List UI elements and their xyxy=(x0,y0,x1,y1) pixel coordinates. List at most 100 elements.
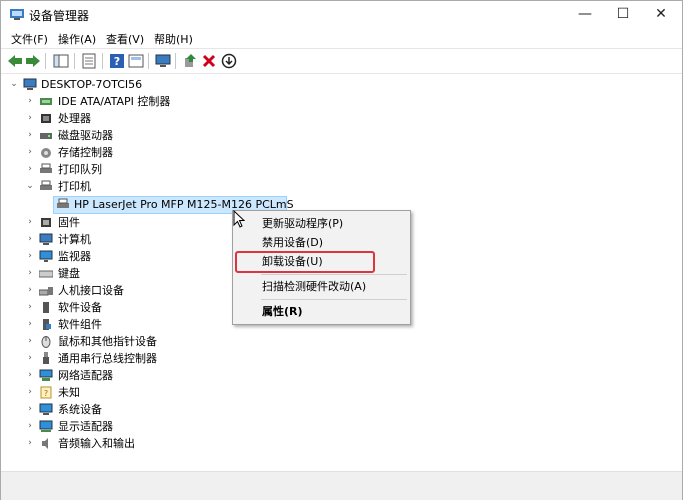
audio-icon xyxy=(42,438,48,449)
hid-icon xyxy=(39,287,53,296)
tree-item-label: 磁盘驱动器 xyxy=(58,129,113,142)
svg-text:?: ? xyxy=(44,389,48,398)
device-view-icon[interactable] xyxy=(127,52,145,70)
toolbar-separator xyxy=(102,53,103,69)
tree-item[interactable]: › 处理器 xyxy=(1,110,301,127)
chevron-down-icon[interactable]: ⌄ xyxy=(9,76,19,93)
chevron-right-icon[interactable]: › xyxy=(25,333,35,350)
back-arrow-icon[interactable] xyxy=(6,52,24,70)
system-device-icon xyxy=(39,403,53,415)
context-menu-label: 禁用设备(D) xyxy=(262,236,324,249)
uninstall-icon[interactable] xyxy=(200,52,218,70)
toolbar-separator xyxy=(74,53,75,69)
menu-file[interactable]: 文件(F) xyxy=(11,31,48,47)
monitor-icon xyxy=(39,250,53,262)
tree-item-label: 打印队列 xyxy=(58,163,102,176)
close-button[interactable]: ✕ xyxy=(639,1,683,28)
forward-arrow-icon[interactable] xyxy=(24,52,42,70)
status-bar xyxy=(1,471,682,500)
context-menu-label: 扫描检测硬件改动(A) xyxy=(262,280,367,293)
chevron-right-icon[interactable]: › xyxy=(25,110,35,127)
uninstall-highlight-box xyxy=(235,251,375,273)
tree-item-label: 音频输入和输出 xyxy=(58,437,135,450)
tree-item-label: 软件设备 xyxy=(58,301,102,314)
tree-item[interactable]: › 音频输入和输出 xyxy=(1,435,301,452)
tree-item-printers-expanded[interactable]: ⌄ 打印机 xyxy=(1,178,301,195)
menu-bar: 文件(F) 操作(A) 查看(V) 帮助(H) xyxy=(1,28,682,48)
chevron-right-icon[interactable]: › xyxy=(25,367,35,384)
chevron-right-icon[interactable]: › xyxy=(25,316,35,333)
chevron-down-icon[interactable]: ⌄ xyxy=(25,178,35,195)
tree-item-label: IDE ATA/ATAPI 控制器 xyxy=(58,95,171,108)
mouse-cursor-icon xyxy=(233,210,245,228)
display-adapter-icon xyxy=(39,420,53,432)
mouse-icon xyxy=(41,336,51,348)
menu-view[interactable]: 查看(V) xyxy=(106,31,144,47)
update-driver-icon[interactable] xyxy=(181,52,199,70)
tree-root[interactable]: ⌄ DESKTOP-7OTCI56 xyxy=(1,76,301,93)
computer-icon xyxy=(39,233,53,245)
menu-help[interactable]: 帮助(H) xyxy=(154,31,193,47)
unknown-device-icon: ? xyxy=(40,386,52,399)
context-menu-separator xyxy=(261,299,407,300)
properties-icon[interactable] xyxy=(80,52,98,70)
chevron-right-icon[interactable]: › xyxy=(25,127,35,144)
tree-item[interactable]: › 通用串行总线控制器 xyxy=(1,350,301,367)
software-component-icon xyxy=(43,319,51,330)
context-menu-label: 属性(R) xyxy=(262,305,303,318)
disk-drive-icon xyxy=(40,133,52,139)
tree-item[interactable]: › ? 未知 xyxy=(1,384,301,401)
chevron-right-icon[interactable]: › xyxy=(25,435,35,452)
processor-icon xyxy=(41,114,51,123)
tree-item[interactable]: › 磁盘驱动器 xyxy=(1,127,301,144)
chevron-right-icon[interactable]: › xyxy=(25,265,35,282)
chevron-right-icon[interactable]: › xyxy=(25,231,35,248)
tree-item-label: 鼠标和其他指针设备 xyxy=(58,335,157,348)
window-title: 设备管理器 xyxy=(29,9,90,23)
chevron-right-icon[interactable]: › xyxy=(25,282,35,299)
context-menu-properties[interactable]: 属性(R) xyxy=(233,302,410,322)
context-menu-update-driver[interactable]: 更新驱动程序(P) xyxy=(233,214,410,234)
device-manager-icon xyxy=(10,9,24,20)
printer-icon xyxy=(40,180,52,190)
show-hide-tree-icon[interactable] xyxy=(52,52,70,70)
storage-controller-icon xyxy=(41,148,51,158)
toolbar-separator xyxy=(148,53,149,69)
context-menu-scan-hardware[interactable]: 扫描检测硬件改动(A) xyxy=(233,277,410,297)
chevron-right-icon[interactable]: › xyxy=(25,299,35,316)
chevron-right-icon[interactable]: › xyxy=(25,93,35,110)
chevron-right-icon[interactable]: › xyxy=(25,401,35,418)
tree-item[interactable]: › 打印队列 xyxy=(1,161,301,178)
chevron-right-icon[interactable]: › xyxy=(25,161,35,178)
chevron-right-icon[interactable]: › xyxy=(25,214,35,231)
ide-controller-icon xyxy=(40,98,52,105)
device-manager-window: 设备管理器 — ☐ ✕ 文件(F) 操作(A) 查看(V) 帮助(H) ? ⌄ … xyxy=(0,0,683,500)
tree-item[interactable]: › 鼠标和其他指针设备 xyxy=(1,333,301,350)
chevron-right-icon[interactable]: › xyxy=(25,350,35,367)
tree-item[interactable]: › 系统设备 xyxy=(1,401,301,418)
chevron-right-icon[interactable]: › xyxy=(25,144,35,161)
chevron-right-icon[interactable]: › xyxy=(25,418,35,435)
help-icon[interactable]: ? xyxy=(108,52,126,70)
tree-item[interactable]: › IDE ATA/ATAPI 控制器 xyxy=(1,93,301,110)
monitor-icon[interactable] xyxy=(154,52,172,70)
toolbar: ? xyxy=(1,48,682,74)
toolbar-separator xyxy=(175,53,176,69)
tree-item-label: 监视器 xyxy=(58,250,91,263)
tree-item[interactable]: › 显示适配器 xyxy=(1,418,301,435)
title-bar[interactable]: 设备管理器 — ☐ ✕ xyxy=(1,1,682,28)
tree-item-label: 人机接口设备 xyxy=(58,284,124,297)
tree-item[interactable]: › 网络适配器 xyxy=(1,367,301,384)
svg-text:?: ? xyxy=(114,55,120,68)
context-menu-label: 更新驱动程序(P) xyxy=(262,217,344,230)
context-menu-disable-device[interactable]: 禁用设备(D) xyxy=(233,233,410,253)
tree-item[interactable]: › 存储控制器 xyxy=(1,144,301,161)
chevron-right-icon[interactable]: › xyxy=(25,248,35,265)
tree-item-label: 网络适配器 xyxy=(58,369,113,382)
tree-item-label: 计算机 xyxy=(58,233,91,246)
chevron-right-icon[interactable]: › xyxy=(25,384,35,401)
tree-item-label: 通用串行总线控制器 xyxy=(58,352,157,365)
menu-action[interactable]: 操作(A) xyxy=(58,31,96,47)
disable-device-icon[interactable] xyxy=(220,52,238,70)
tree-item-label: 处理器 xyxy=(58,112,91,125)
